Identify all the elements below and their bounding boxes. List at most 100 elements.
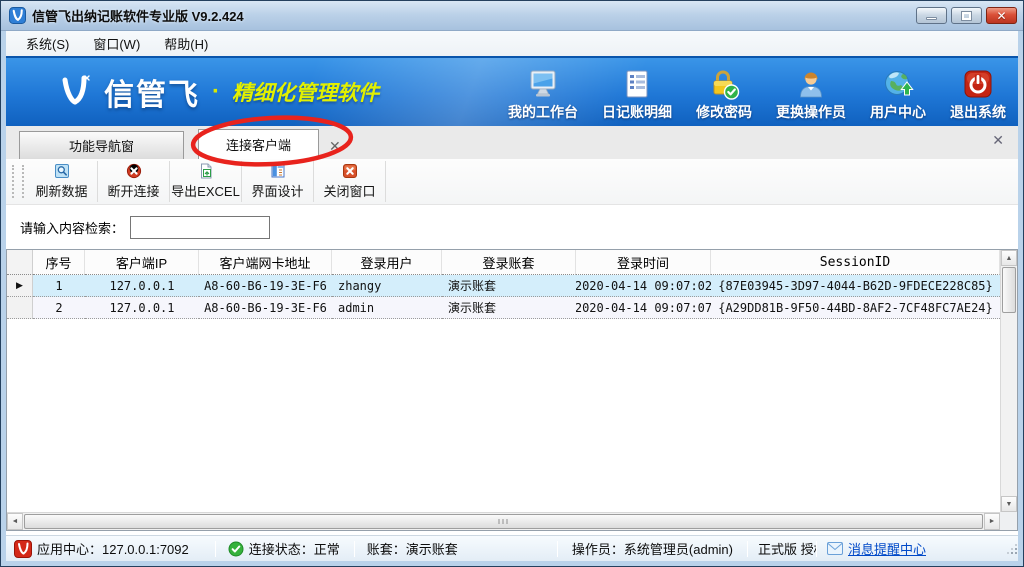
col-header-mac[interactable]: 客户端网卡地址 <box>199 250 332 275</box>
resize-grip[interactable] <box>1006 543 1018 555</box>
menu-window[interactable]: 窗口(W) <box>83 32 150 55</box>
status-separator <box>557 541 558 557</box>
cell-client-ip[interactable]: 127.0.0.1 <box>85 275 199 297</box>
tab-function-navigator[interactable]: 功能导航窗 <box>19 131 184 159</box>
col-header-login-user[interactable]: 登录用户 <box>332 250 442 275</box>
col-header-client-ip[interactable]: 客户端IP <box>85 250 199 275</box>
cell-seq[interactable]: 1 <box>33 275 85 297</box>
menu-help[interactable]: 帮助(H) <box>154 32 218 55</box>
app-logo-icon <box>9 7 26 24</box>
ui-design-button[interactable]: 界面设计 <box>242 159 313 204</box>
exit-system-button[interactable]: 退出系统 <box>950 68 1006 122</box>
tab-close-icon[interactable]: ✕ <box>329 139 341 153</box>
status-bar: 应用中心：127.0.0.1:7092 连接状态：正常 账套：演示账套 操作员：… <box>6 535 1018 561</box>
export-excel-icon <box>198 163 214 179</box>
row-pointer-icon[interactable]: ▶ <box>7 275 33 297</box>
message-center[interactable]: 消息提醒中心 <box>827 539 926 558</box>
tab-connected-clients-label: 连接客户端 <box>226 135 291 154</box>
status-separator <box>215 541 216 557</box>
exit-system-label: 退出系统 <box>950 102 1006 122</box>
export-excel-button[interactable]: 导出EXCEL <box>170 159 241 204</box>
horizontal-scroll-thumb[interactable] <box>24 514 983 529</box>
cell-session-id[interactable]: {A29DD81B-9F50-44BD-8AF2-7CF48FC7AE24} <box>711 297 1000 319</box>
license-status: 正式版 授权 <box>758 539 816 558</box>
workstation-icon <box>526 68 560 100</box>
cell-seq[interactable]: 2 <box>33 297 85 319</box>
disconnect-icon <box>126 163 142 179</box>
workstation-button[interactable]: 我的工作台 <box>508 68 578 122</box>
cell-login-user[interactable]: zhangy <box>332 275 442 297</box>
app-center-text: 应用中心：127.0.0.1:7092 <box>37 539 189 558</box>
col-header-seq[interactable]: 序号 <box>33 250 85 275</box>
switch-operator-button[interactable]: 更换操作员 <box>776 68 846 122</box>
table-row[interactable]: 2 127.0.0.1 A8-60-B6-19-3E-F6 admin 演示账套… <box>7 297 1000 319</box>
refresh-data-label: 刷新数据 <box>35 181 87 200</box>
tabstrip-close-icon[interactable]: ✕ <box>992 132 1004 149</box>
menu-system[interactable]: 系统(S) <box>16 32 79 55</box>
connection-ok-icon <box>228 541 244 557</box>
cell-client-ip[interactable]: 127.0.0.1 <box>85 297 199 319</box>
vertical-scrollbar[interactable]: ▲ ▼ <box>1000 250 1017 512</box>
user-center-button[interactable]: 用户中心 <box>870 68 926 122</box>
scroll-left-icon[interactable]: ◄ <box>7 513 23 530</box>
minimize-icon <box>926 17 937 20</box>
toolbar-gripper[interactable] <box>12 165 24 198</box>
col-header-account-set[interactable]: 登录账套 <box>442 250 576 275</box>
message-center-link[interactable]: 消息提醒中心 <box>848 539 926 558</box>
cell-mac[interactable]: A8-60-B6-19-3E-F6 <box>199 275 332 297</box>
title-bar[interactable]: 信管飞出纳记账软件专业版 V9.2.424 ✕ <box>1 1 1023 31</box>
change-password-button[interactable]: 修改密码 <box>696 68 752 122</box>
banner-actions: 我的工作台 日记账明细 修改密码 <box>508 68 1006 122</box>
col-header-login-time[interactable]: 登录时间 <box>576 250 711 275</box>
change-password-label: 修改密码 <box>696 102 752 122</box>
scroll-right-icon[interactable]: ► <box>984 513 1000 530</box>
disconnect-label: 断开连接 <box>107 181 159 200</box>
scrollbar-corner <box>1000 512 1017 530</box>
export-excel-label: 导出EXCEL <box>171 181 240 200</box>
cell-login-time[interactable]: 2020-04-14 09:07:07 <box>576 297 711 319</box>
restore-button[interactable] <box>951 7 982 24</box>
journal-detail-button[interactable]: 日记账明细 <box>602 68 672 122</box>
cell-login-user[interactable]: admin <box>332 297 442 319</box>
exit-system-icon <box>962 68 994 100</box>
menu-bar: 系统(S) 窗口(W) 帮助(H) <box>6 31 1018 56</box>
cell-mac[interactable]: A8-60-B6-19-3E-F6 <box>199 297 332 319</box>
clients-grid: 序号 客户端IP 客户端网卡地址 登录用户 登录账套 登录时间 SessionI… <box>6 249 1018 531</box>
vertical-scroll-thumb[interactable] <box>1002 267 1016 313</box>
tab-connected-clients[interactable]: 连接客户端 <box>198 129 319 159</box>
disconnect-button[interactable]: 断开连接 <box>98 159 169 204</box>
refresh-data-button[interactable]: 刷新数据 <box>26 159 97 204</box>
journal-detail-icon <box>621 68 653 100</box>
search-label: 请输入内容检索： <box>20 218 124 237</box>
row-selector[interactable] <box>7 297 33 319</box>
status-separator <box>354 541 355 557</box>
brand-banner: 信管飞 · 精细化管理软件 我的工作台 <box>6 56 1018 126</box>
close-window-button[interactable]: 关闭窗口 <box>314 159 385 204</box>
cell-session-id[interactable]: {87E03945-3D97-4044-B62D-9FDECE228C85} <box>711 275 1000 297</box>
app-center-logo-icon <box>14 540 32 558</box>
search-input[interactable] <box>130 216 270 239</box>
horizontal-scrollbar[interactable]: ◄ ► <box>7 512 1000 530</box>
status-separator <box>747 541 748 557</box>
scroll-down-icon[interactable]: ▼ <box>1001 496 1017 512</box>
cell-login-time[interactable]: 2020-04-14 09:07:02 <box>576 275 711 297</box>
table-row[interactable]: ▶ 1 127.0.0.1 A8-60-B6-19-3E-F6 zhangy 演… <box>7 275 1000 297</box>
col-header-session-id[interactable]: SessionID <box>711 250 1000 275</box>
cell-account-set[interactable]: 演示账套 <box>442 275 576 297</box>
brand-name: 信管飞 <box>104 70 200 114</box>
account-set-status: 账套：演示账套 <box>367 539 458 558</box>
cell-account-set[interactable]: 演示账套 <box>442 297 576 319</box>
switch-operator-icon <box>795 68 827 100</box>
toolbar-separator <box>385 161 386 202</box>
restore-icon <box>962 12 971 20</box>
minimize-button[interactable] <box>916 7 947 24</box>
tab-function-navigator-label: 功能导航窗 <box>69 136 134 155</box>
scroll-up-icon[interactable]: ▲ <box>1001 250 1017 266</box>
journal-detail-label: 日记账明细 <box>602 102 672 122</box>
close-button[interactable]: ✕ <box>986 7 1017 24</box>
brand-separator: · <box>212 78 220 106</box>
close-window-label: 关闭窗口 <box>323 181 375 200</box>
switch-operator-label: 更换操作员 <box>776 102 846 122</box>
row-selector-header[interactable] <box>7 250 33 275</box>
close-icon: ✕ <box>996 10 1006 22</box>
